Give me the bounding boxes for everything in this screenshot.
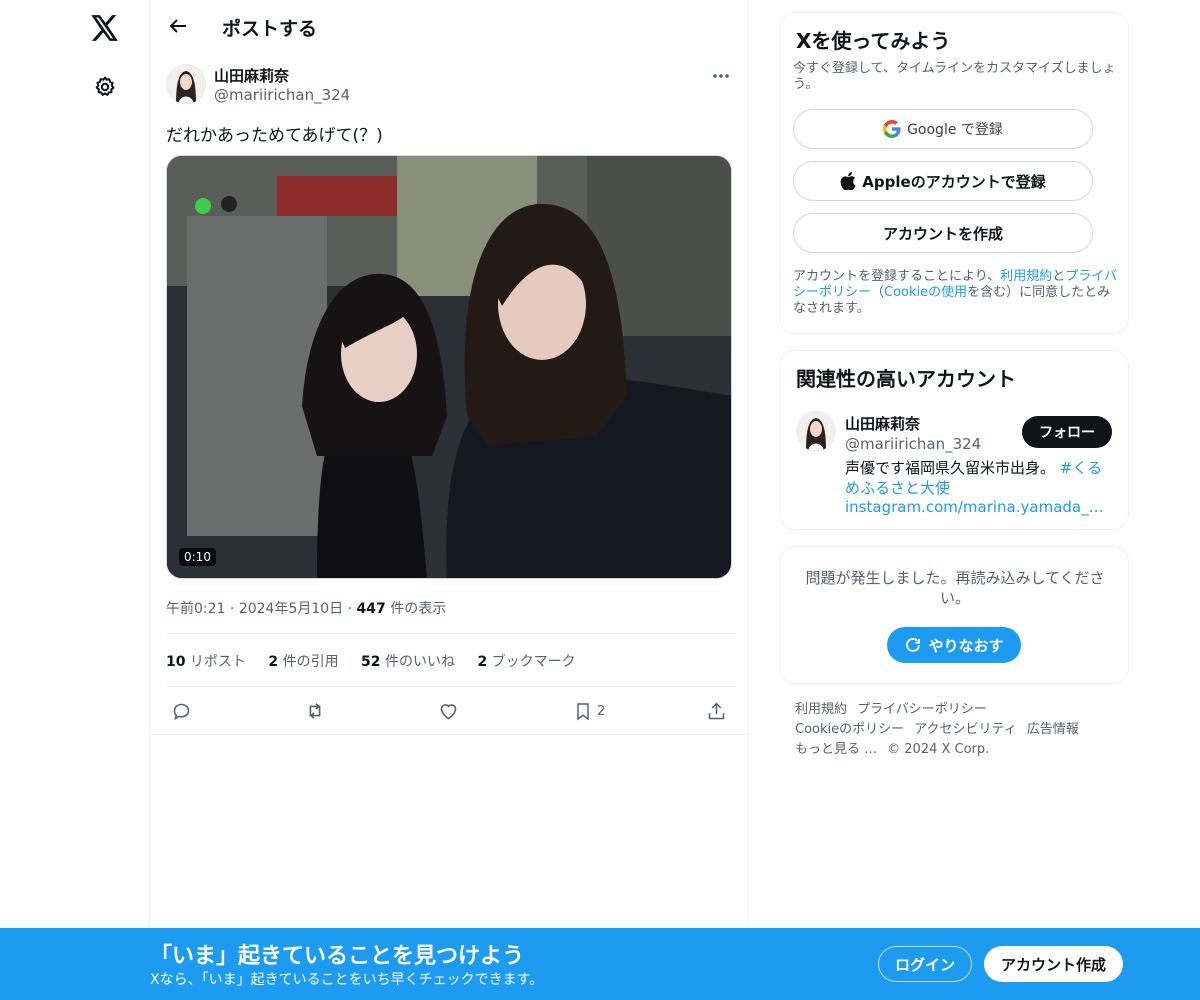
author-handle[interactable]: @mariirichan_324	[214, 86, 350, 104]
x-logo-icon[interactable]	[88, 11, 122, 45]
copyright: © 2024 X Corp.	[887, 742, 990, 757]
login-button[interactable]: ログイン	[878, 946, 972, 982]
meta-separator: ·	[229, 601, 235, 617]
author-name[interactable]: 山田麻莉奈	[214, 65, 289, 86]
post-time[interactable]: 午前0:21	[166, 601, 225, 617]
meta-separator: ·	[347, 601, 353, 617]
retry-label: やりなおす	[928, 636, 1004, 655]
share-button[interactable]	[706, 694, 727, 728]
related-handle[interactable]: @mariirichan_324	[845, 435, 981, 453]
avatar[interactable]	[796, 411, 836, 451]
video-player[interactable]: 0:10	[166, 155, 732, 579]
view-label: 件の表示	[385, 601, 447, 617]
avatar[interactable]	[166, 64, 206, 104]
stat-bookmarks[interactable]: 2 ブックマーク	[477, 654, 575, 670]
legal-text: アカウントを登録することにより、利用規約とプライバシーポリシー（Cookieの使…	[793, 269, 1118, 316]
footer-links: 利用規約 プライバシーポリシー Cookieのポリシー アクセシビリティ 広告情報 も…	[795, 700, 1115, 760]
create-account-button[interactable]: アカウントを作成	[793, 213, 1093, 253]
google-icon	[883, 120, 901, 138]
signup-title: Xを使ってみよう	[796, 29, 951, 53]
google-signup-label: Google で登録	[907, 122, 1003, 138]
divider	[166, 633, 734, 634]
reply-icon	[173, 703, 190, 720]
divider	[150, 734, 750, 735]
signup-button[interactable]: アカウント作成	[984, 946, 1123, 982]
heart-icon	[440, 703, 457, 719]
related-title: 関連性の高いアカウント	[796, 367, 1016, 391]
view-count: 447	[356, 601, 386, 617]
arrow-left-icon[interactable]	[164, 12, 192, 40]
cookie-link[interactable]: Cookieの使用	[884, 285, 967, 300]
signup-card: Xを使ってみよう 今すぐ登録して、タイムラインをカスタマイズしましょう。 Goo…	[779, 12, 1129, 334]
video-thumbnail	[167, 156, 731, 578]
page-title: ポストする	[222, 18, 318, 40]
follow-button[interactable]: フォロー	[1022, 416, 1112, 448]
header: ポストする	[150, 0, 750, 53]
create-account-label: アカウントを作成	[882, 224, 1003, 243]
post-actions: 2	[166, 694, 734, 728]
related-accounts-card: 関連性の高いアカウント 山田麻莉奈 @mariirichan_324 フォロー …	[779, 350, 1129, 530]
post-text: だれかあっためてあげて(？)	[166, 126, 383, 146]
signup-banner: 「いま」起きていることを見つけよう Xなら、「いま」起きていることをいち早くチェ…	[0, 928, 1200, 1000]
footer-link[interactable]: プライバシーポリシー	[857, 702, 987, 717]
footer-link[interactable]: Cookieのポリシー	[795, 722, 904, 737]
bookmark-count: 2	[597, 703, 606, 719]
bookmark-button[interactable]: 2	[573, 694, 605, 728]
footer-link[interactable]: 広告情報	[1027, 722, 1079, 737]
apple-signup-label: Appleのアカウントで登録	[862, 172, 1046, 191]
apple-signup-button[interactable]: Appleのアカウントで登録	[793, 161, 1093, 201]
main-column: ポストする 山田麻莉奈 @mariirichan_324 だれかあっためてあげて…	[149, 0, 750, 1000]
google-signup-button[interactable]: Google で登録	[793, 109, 1093, 149]
reply-button[interactable]	[171, 694, 192, 728]
stat-reposts[interactable]: 10 リポスト	[166, 654, 246, 670]
banner-subtitle: Xなら、「いま」起きていることをいち早くチェックできます。	[150, 972, 544, 988]
error-message: 問題が発生しました。再読み込みしてください。	[805, 569, 1105, 607]
related-name[interactable]: 山田麻莉奈	[845, 413, 920, 434]
stat-quotes[interactable]: 2 件の引用	[268, 654, 338, 670]
more-icon[interactable]	[706, 66, 736, 86]
terms-link[interactable]: 利用規約	[1000, 269, 1052, 284]
banner-title: 「いま」起きていることを見つけよう	[150, 944, 525, 969]
like-button[interactable]	[438, 694, 459, 728]
bookmark-icon	[577, 702, 589, 720]
post-author: 山田麻莉奈 @mariirichan_324	[166, 64, 736, 108]
footer-more-link[interactable]: もっと見る …	[795, 742, 877, 757]
retry-button[interactable]: やりなおす	[887, 627, 1021, 663]
apple-icon	[840, 172, 856, 190]
repost-icon	[309, 703, 321, 719]
related-bio: 声優です󠄀󠄀福岡県久留米市出身。 #くるめふるさと大使	[845, 459, 1103, 497]
gear-icon[interactable]	[90, 72, 120, 102]
divider	[166, 686, 734, 687]
post-date[interactable]: 2024年5月10日	[239, 601, 343, 617]
error-card: 問題が発生しました。再読み込みしてください。 やりなおす	[779, 546, 1129, 684]
post-meta: 午前0:21 · 2024年5月10日 · 447 件の表示	[166, 598, 446, 618]
related-website-link[interactable]: instagram.com/marina.yamada_…	[845, 498, 1105, 516]
left-nav	[0, 0, 150, 1000]
repost-button[interactable]	[304, 694, 326, 728]
stat-likes[interactable]: 52 件のいいね	[361, 654, 455, 670]
refresh-icon	[906, 638, 921, 652]
post-stats: 10 リポスト 2 件の引用 52 件のいいね 2 ブックマーク	[166, 651, 594, 671]
footer-link[interactable]: アクセシビリティ	[914, 722, 1017, 737]
signup-subtitle: 今すぐ登録して、タイムラインをカスタマイズしましょう。	[793, 61, 1116, 92]
footer-link[interactable]: 利用規約	[795, 702, 847, 717]
share-icon	[708, 702, 725, 719]
video-duration: 0:10	[179, 548, 216, 566]
